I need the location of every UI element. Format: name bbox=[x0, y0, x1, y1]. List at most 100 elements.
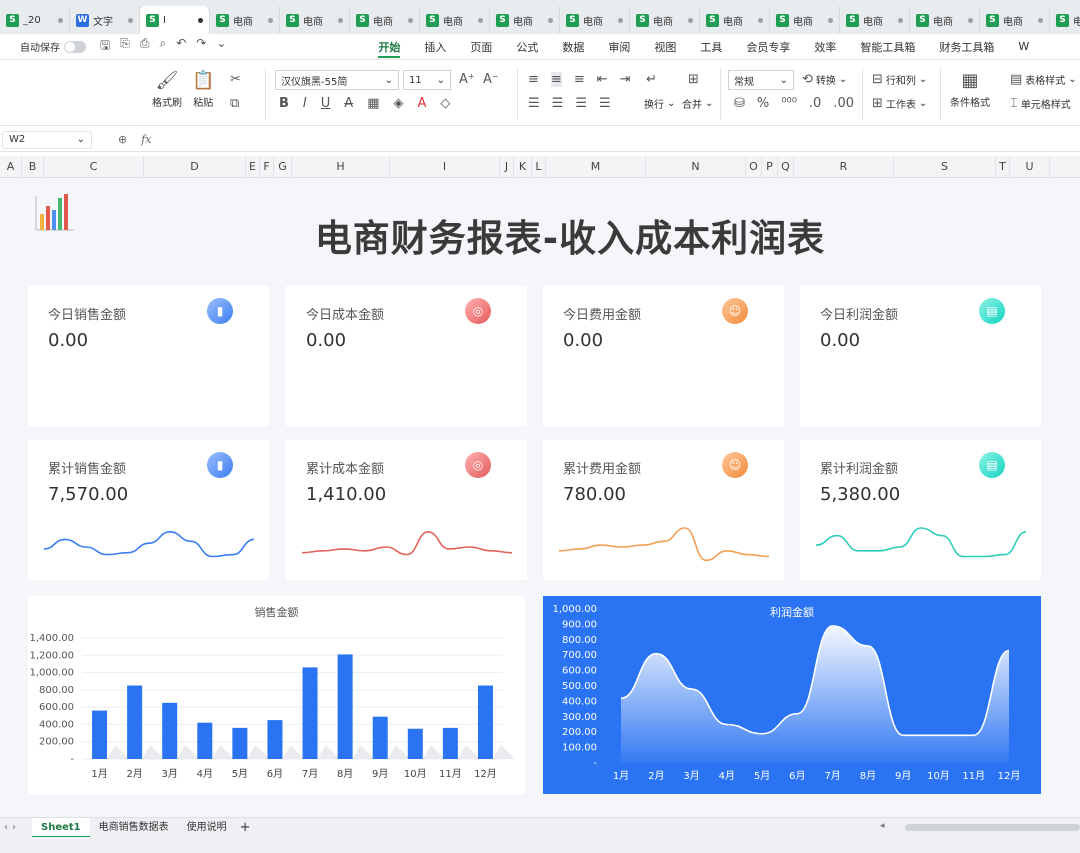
toggle-switch[interactable] bbox=[64, 40, 86, 53]
column-header[interactable]: P bbox=[762, 156, 778, 178]
next-sheet-icon[interactable]: › bbox=[12, 822, 16, 833]
column-header[interactable]: C bbox=[44, 156, 144, 178]
format-painter-button[interactable]: 🖌 格式刷 bbox=[152, 70, 182, 109]
percent-icon[interactable]: % bbox=[757, 96, 769, 111]
align-center-icon[interactable]: ☰ bbox=[552, 96, 564, 111]
menu-item[interactable]: 开始 bbox=[366, 34, 412, 60]
align-left-icon[interactable]: ☰ bbox=[528, 96, 540, 111]
convert-button[interactable]: ⟲ 转换 ⌄ bbox=[802, 72, 847, 87]
column-header[interactable]: S bbox=[894, 156, 996, 178]
decrease-font-button[interactable]: A⁻ bbox=[483, 72, 499, 87]
menu-item[interactable]: 数据 bbox=[550, 34, 596, 60]
column-header[interactable]: N bbox=[646, 156, 746, 178]
worksheet-button[interactable]: ⊞ 工作表 ⌄ bbox=[872, 96, 927, 111]
zoom-icon[interactable]: ⊕ bbox=[118, 133, 127, 146]
browser-tab[interactable]: S 电商 bbox=[420, 6, 490, 34]
strikethrough-icon[interactable]: A bbox=[344, 96, 353, 111]
justify-icon[interactable]: ☰ bbox=[599, 96, 611, 111]
browser-tab[interactable]: W 文字 bbox=[70, 6, 140, 34]
sheet-tab-instructions[interactable]: 使用说明 bbox=[178, 818, 236, 838]
chevron-down-icon[interactable]: ⌄ bbox=[216, 36, 226, 57]
browser-tab[interactable]: S 电商 bbox=[210, 6, 280, 34]
border-icon[interactable]: ▦ bbox=[367, 96, 379, 111]
prev-sheet-icon[interactable]: ‹ bbox=[4, 822, 8, 833]
column-header[interactable]: D bbox=[144, 156, 246, 178]
browser-tab[interactable]: S 电商 bbox=[350, 6, 420, 34]
column-header[interactable]: F bbox=[260, 156, 274, 178]
print-icon[interactable]: ⎙ bbox=[140, 36, 150, 57]
column-header[interactable]: J bbox=[500, 156, 514, 178]
align-top-icon[interactable]: ≡ bbox=[528, 72, 539, 87]
conditional-format-button[interactable]: ▦ 条件格式 bbox=[950, 70, 990, 109]
menu-item[interactable]: 效率 bbox=[802, 34, 848, 60]
column-header[interactable]: K bbox=[514, 156, 532, 178]
column-header[interactable]: A bbox=[0, 156, 22, 178]
browser-tab[interactable]: S 电商 bbox=[700, 6, 770, 34]
column-header[interactable]: L bbox=[532, 156, 546, 178]
browser-tab[interactable]: S 电商 bbox=[560, 6, 630, 34]
sheet-tab-sales-data[interactable]: 电商销售数据表 bbox=[90, 818, 178, 838]
align-middle-icon[interactable]: ≡ bbox=[550, 72, 562, 87]
thousands-icon[interactable]: ⁰⁰⁰ bbox=[781, 96, 797, 111]
paste-button[interactable]: 📋 粘贴 bbox=[192, 70, 214, 109]
indent-decrease-icon[interactable]: ⇤ bbox=[597, 72, 608, 87]
italic-icon[interactable]: I bbox=[303, 96, 307, 111]
column-header[interactable]: U bbox=[1010, 156, 1050, 178]
menu-item[interactable]: 公式 bbox=[504, 34, 550, 60]
column-header[interactable]: M bbox=[546, 156, 646, 178]
bold-icon[interactable]: B bbox=[279, 96, 289, 111]
menu-item[interactable]: 智能工具箱 bbox=[848, 34, 927, 60]
add-sheet-icon[interactable]: + bbox=[240, 820, 251, 835]
save-icon[interactable]: 🖫 bbox=[100, 36, 110, 57]
browser-tab[interactable]: S 电商 bbox=[1050, 6, 1080, 34]
number-format-select[interactable]: 常规 ⌄ bbox=[728, 70, 794, 90]
column-header[interactable]: O bbox=[746, 156, 762, 178]
rows-cols-button[interactable]: ⊟ 行和列 ⌄ bbox=[872, 72, 927, 87]
sheet-area[interactable]: 电商财务报表-收入成本利润表 今日销售金额 0.00 ▮ 今日成本金额 0.00 ◎ 今日费… bbox=[0, 178, 1080, 817]
menu-item[interactable]: 工具 bbox=[688, 34, 734, 60]
redo-icon[interactable]: ↷ bbox=[196, 36, 206, 57]
indent-increase-icon[interactable]: ⇥ bbox=[620, 72, 631, 87]
browser-tab[interactable]: S _20 bbox=[0, 6, 70, 34]
table-style-button[interactable]: ▤ 表格样式 ⌄ bbox=[1010, 72, 1077, 87]
wrap-icon-button[interactable]: ↵ bbox=[646, 72, 657, 87]
sheet-tab-sheet1[interactable]: Sheet1 bbox=[32, 817, 90, 838]
column-header[interactable]: E bbox=[246, 156, 260, 178]
decimal-decrease-icon[interactable]: .00 bbox=[833, 96, 854, 111]
increase-font-button[interactable]: A⁺ bbox=[459, 72, 475, 87]
browser-tab[interactable]: S 电商 bbox=[770, 6, 840, 34]
undo-icon[interactable]: ↶ bbox=[176, 36, 186, 57]
browser-tab[interactable]: S 电商 bbox=[910, 6, 980, 34]
font-size-select[interactable]: 11 ⌄ bbox=[403, 70, 451, 90]
browser-tab[interactable]: SI bbox=[140, 6, 210, 34]
menu-item[interactable]: 会员专享 bbox=[734, 34, 802, 60]
print-preview-icon[interactable]: ⌕ bbox=[159, 36, 166, 57]
menu-item[interactable]: 页面 bbox=[458, 34, 504, 60]
menu-item[interactable]: 插入 bbox=[412, 34, 458, 60]
horizontal-scrollbar[interactable] bbox=[905, 824, 1080, 831]
cut-button[interactable]: ✂ bbox=[230, 72, 241, 87]
currency-icon[interactable]: ⛁ bbox=[734, 96, 745, 111]
menu-item[interactable]: 财务工具箱 bbox=[927, 34, 1006, 60]
clear-format-icon[interactable]: ◇ bbox=[440, 96, 450, 111]
font-color-icon[interactable]: A bbox=[417, 96, 426, 111]
browser-tab[interactable]: S 电商 bbox=[490, 6, 560, 34]
name-box[interactable]: W2 ⌄ bbox=[2, 130, 92, 149]
column-header[interactable]: T bbox=[996, 156, 1010, 178]
browser-tab[interactable]: S 电商 bbox=[840, 6, 910, 34]
column-header[interactable]: R bbox=[794, 156, 894, 178]
function-icon[interactable]: fx bbox=[141, 133, 151, 146]
browser-tab[interactable]: S 电商 bbox=[630, 6, 700, 34]
column-header[interactable]: B bbox=[22, 156, 44, 178]
align-right-icon[interactable]: ☰ bbox=[575, 96, 587, 111]
export-icon[interactable]: ⎘ bbox=[120, 36, 130, 57]
fill-color-icon[interactable]: ◈ bbox=[393, 96, 403, 111]
scroll-left-icon[interactable]: ◂ bbox=[880, 821, 885, 831]
cell-style-button[interactable]: ⌶ 单元格样式 bbox=[1010, 96, 1071, 111]
menu-item[interactable]: 视图 bbox=[642, 34, 688, 60]
menu-item[interactable]: 审阅 bbox=[596, 34, 642, 60]
column-header[interactable]: H bbox=[292, 156, 390, 178]
underline-icon[interactable]: U bbox=[321, 96, 331, 111]
column-header[interactable]: Q bbox=[778, 156, 794, 178]
column-header[interactable]: G bbox=[274, 156, 292, 178]
